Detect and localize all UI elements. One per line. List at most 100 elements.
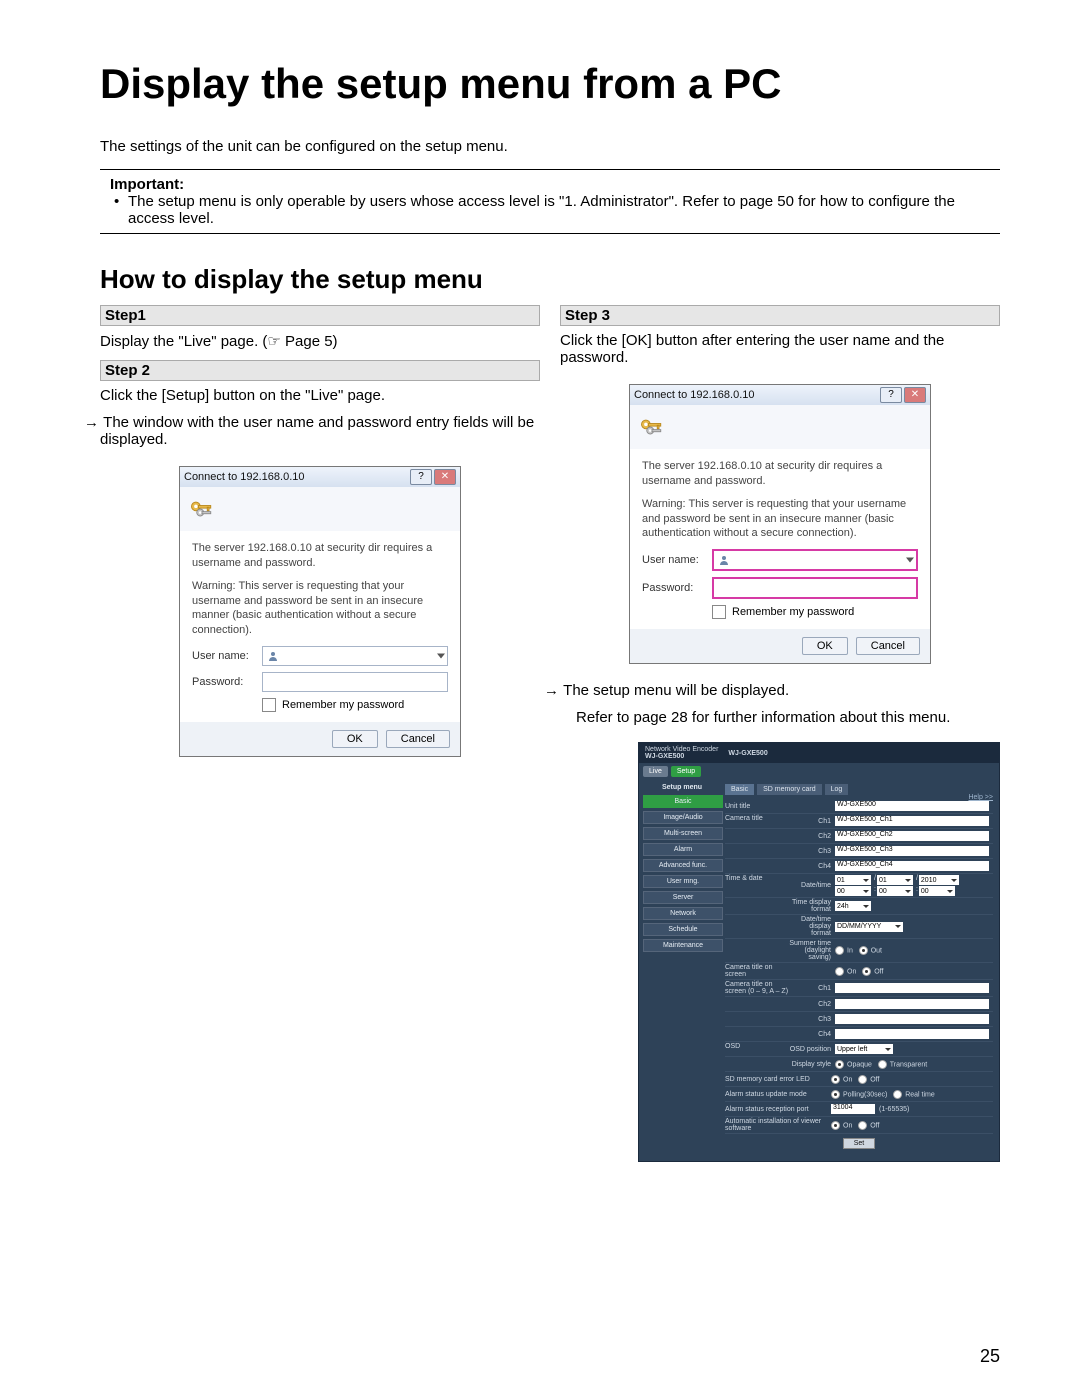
cts-ch2-input[interactable]	[835, 999, 989, 1009]
step3-ref: Refer to page 28 for further information…	[576, 709, 1000, 726]
sidebar-item-server[interactable]: Server	[643, 891, 723, 904]
ch1-input[interactable]: WJ-GXE500_Ch1	[835, 816, 989, 826]
opaque-radio[interactable]	[835, 1060, 844, 1069]
sidebar-item-schedule[interactable]: Schedule	[643, 923, 723, 936]
right-column: Step 3 Click the [OK] button after enter…	[560, 305, 1000, 1162]
page-number: 25	[980, 1346, 1000, 1367]
help-icon[interactable]: ?	[880, 387, 902, 403]
step2-arrow: The window with the user name and passwo…	[100, 414, 540, 448]
username-label: User name:	[642, 554, 712, 566]
step1-body: Display the "Live" page. (☞ Page 5)	[100, 332, 540, 350]
realtime-radio[interactable]	[893, 1090, 902, 1099]
polling-radio[interactable]	[831, 1090, 840, 1099]
auth-dialog: Connect to 192.168.0.10 ? ✕ The server 1…	[179, 466, 461, 757]
sdled-on-radio[interactable]	[831, 1075, 840, 1084]
keys-icon	[638, 413, 666, 441]
alarm-port-input[interactable]: 31004	[831, 1104, 875, 1114]
transparent-radio[interactable]	[878, 1060, 887, 1069]
sidebar-item-network[interactable]: Network	[643, 907, 723, 920]
step3-arrow: The setup menu will be displayed.	[560, 682, 1000, 699]
rule-bottom	[100, 233, 1000, 234]
time-format-select[interactable]: 24h	[835, 901, 871, 911]
remember-label: Remember my password	[282, 699, 404, 711]
cancel-button[interactable]: Cancel	[386, 730, 450, 748]
username-label: User name:	[192, 650, 262, 662]
cts-ch3-input[interactable]	[835, 1014, 989, 1024]
ch2-input[interactable]: WJ-GXE500_Ch2	[835, 831, 989, 841]
rule-top	[100, 169, 1000, 170]
cts-ch1-input[interactable]	[835, 983, 989, 993]
remember-checkbox[interactable]	[262, 698, 276, 712]
sidebar-item-multiscreen[interactable]: Multi-screen	[643, 827, 723, 840]
autoinst-off-radio[interactable]	[858, 1121, 867, 1130]
osd-position-select[interactable]: Upper left	[835, 1044, 893, 1054]
username-input[interactable]	[262, 646, 448, 666]
remember-label: Remember my password	[732, 606, 854, 618]
content-tab-sd[interactable]: SD memory card	[757, 784, 822, 795]
ch4-input[interactable]: WJ-GXE500_Ch4	[835, 861, 989, 871]
password-label: Password:	[642, 582, 712, 594]
dialog-title: Connect to 192.168.0.10	[184, 471, 408, 483]
user-icon	[267, 650, 279, 662]
sidebar-item-image-audio[interactable]: Image/Audio	[643, 811, 723, 824]
dialog-text1: The server 192.168.0.10 at security dir …	[192, 541, 448, 571]
step3-label: Step 3	[560, 305, 1000, 326]
page-title: Display the setup menu from a PC	[100, 60, 1000, 108]
sidebar-item-maintenance[interactable]: Maintenance	[643, 939, 723, 952]
chevron-down-icon[interactable]	[906, 558, 914, 563]
unit-title-input[interactable]: WJ-GXE500	[835, 801, 989, 811]
date-format-select[interactable]: DD/MM/YYYY	[835, 922, 903, 932]
cts-off-radio[interactable]	[862, 967, 871, 976]
sidebar-item-alarm[interactable]: Alarm	[643, 843, 723, 856]
product-line1: Network Video Encoder	[645, 746, 718, 753]
step1-label: Step1	[100, 305, 540, 326]
dialog-text2: Warning: This server is requesting that …	[192, 579, 448, 638]
dst-in-radio[interactable]	[835, 946, 844, 955]
help-link[interactable]: Help >>	[968, 794, 993, 801]
setup-menu-screenshot: Network Video Encoder WJ-GXE500 WJ-GXE50…	[638, 742, 1000, 1162]
datetime-selects: 01/ 01/ 2010 00: 00: 00	[835, 875, 993, 896]
chevron-down-icon[interactable]	[437, 654, 445, 659]
min-select[interactable]: 00	[877, 886, 913, 896]
tab-live[interactable]: Live	[643, 766, 668, 777]
remember-checkbox[interactable]	[712, 605, 726, 619]
month-select[interactable]: 01	[877, 875, 913, 885]
dialog-text1: The server 192.168.0.10 at security dir …	[642, 459, 918, 489]
set-button[interactable]: Set	[843, 1138, 876, 1149]
content-tab-log[interactable]: Log	[825, 784, 849, 795]
sidebar-item-user[interactable]: User mng.	[643, 875, 723, 888]
cts-ch4-input[interactable]	[835, 1029, 989, 1039]
step2-label: Step 2	[100, 360, 540, 381]
sidebar: Setup menu Basic Image/Audio Multi-scree…	[639, 780, 725, 1161]
ch3-input[interactable]: WJ-GXE500_Ch3	[835, 846, 989, 856]
password-input[interactable]	[262, 672, 448, 692]
intro-text: The settings of the unit can be configur…	[100, 138, 1000, 155]
close-icon[interactable]: ✕	[904, 387, 926, 403]
model-label: WJ-GXE500	[728, 750, 767, 757]
auth-dialog-highlight: Connect to 192.168.0.10 ? ✕ The server 1…	[629, 384, 931, 664]
cancel-button[interactable]: Cancel	[856, 637, 920, 655]
year-select[interactable]: 2010	[919, 875, 959, 885]
ok-button[interactable]: OK	[802, 637, 848, 655]
sdled-off-radio[interactable]	[858, 1075, 867, 1084]
sidebar-item-basic[interactable]: Basic	[643, 795, 723, 808]
important-label: Important:	[110, 176, 1000, 193]
sidebar-item-advanced[interactable]: Advanced func.	[643, 859, 723, 872]
autoinst-on-radio[interactable]	[831, 1121, 840, 1130]
ok-button[interactable]: OK	[332, 730, 378, 748]
hour-select[interactable]: 00	[835, 886, 871, 896]
content-tab-basic[interactable]: Basic	[725, 784, 754, 795]
sec-select[interactable]: 00	[919, 886, 955, 896]
product-line2: WJ-GXE500	[645, 753, 718, 760]
important-body: • The setup menu is only operable by use…	[128, 193, 1000, 227]
dst-out-radio[interactable]	[859, 946, 868, 955]
sidebar-header: Setup menu	[643, 784, 721, 791]
cts-on-radio[interactable]	[835, 967, 844, 976]
password-input[interactable]	[712, 577, 918, 599]
help-icon[interactable]: ?	[410, 469, 432, 485]
username-input[interactable]	[712, 549, 918, 571]
tab-setup[interactable]: Setup	[671, 766, 701, 777]
close-icon[interactable]: ✕	[434, 469, 456, 485]
password-label: Password:	[192, 676, 262, 688]
day-select[interactable]: 01	[835, 875, 871, 885]
